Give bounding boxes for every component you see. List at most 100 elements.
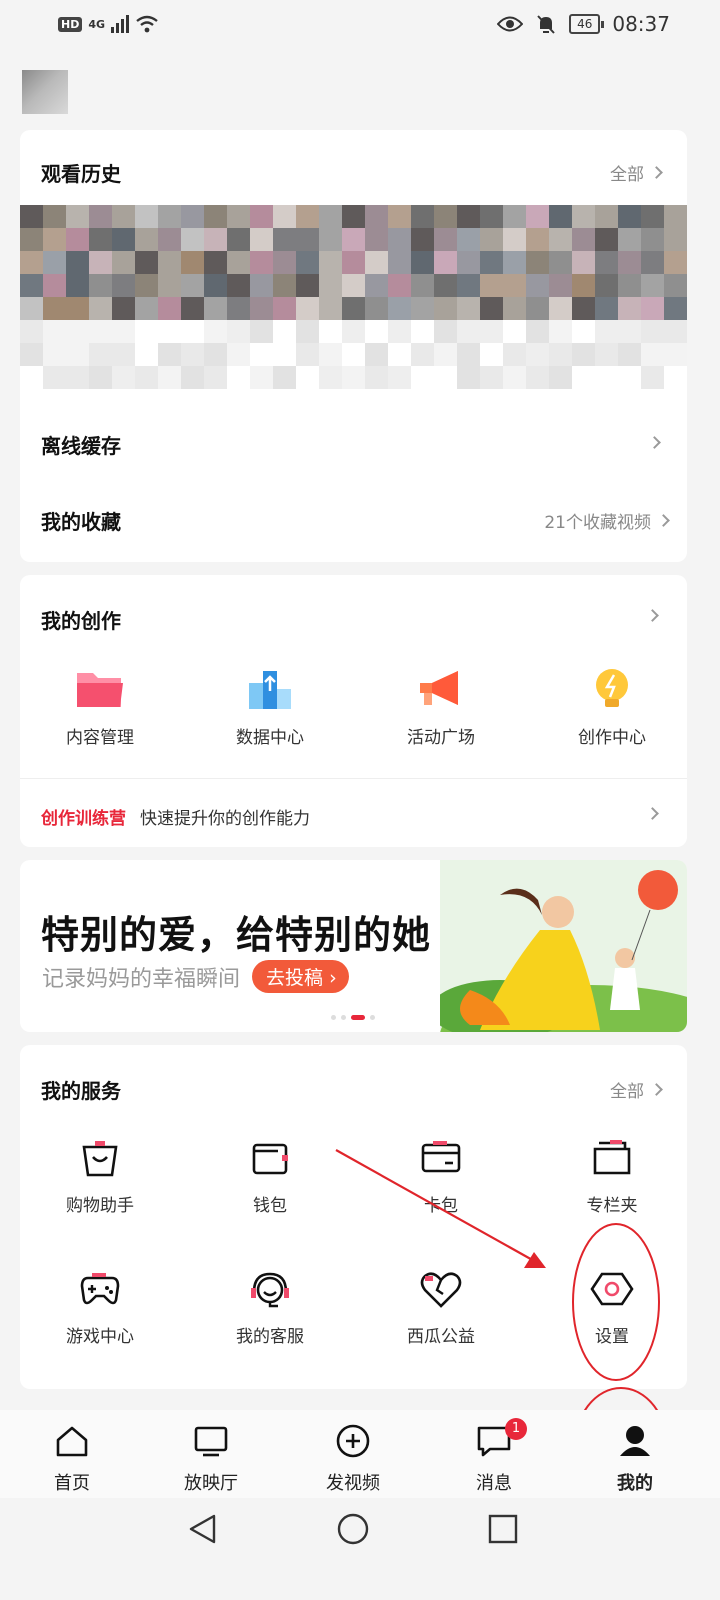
- wallet-icon: [252, 1143, 288, 1175]
- mosaic-cell: [572, 274, 595, 297]
- service-customer-support[interactable]: 我的客服: [195, 1268, 345, 1347]
- service-charity[interactable]: 西瓜公益: [366, 1268, 516, 1347]
- mosaic-cell: [526, 366, 549, 389]
- mosaic-cell: [112, 366, 135, 389]
- history-title: 观看历史: [41, 162, 121, 186]
- history-thumbnails-blurred[interactable]: [20, 205, 687, 389]
- mosaic-cell: [342, 274, 365, 297]
- mosaic-cell: [342, 343, 365, 366]
- nav-label: 发视频: [326, 1473, 380, 1494]
- mosaic-cell: [112, 274, 135, 297]
- creation-creator-center[interactable]: 创作中心: [537, 667, 687, 748]
- service-game-center[interactable]: 游戏中心: [25, 1268, 175, 1347]
- mosaic-cell: [664, 228, 687, 251]
- mosaic-cell: [342, 228, 365, 251]
- camp-text: 快速提升你的创作能力: [140, 809, 310, 829]
- creation-item-label: 数据中心: [236, 728, 304, 748]
- mosaic-cell: [20, 251, 43, 274]
- back-triangle-icon[interactable]: [186, 1512, 220, 1546]
- mosaic-cell: [273, 228, 296, 251]
- mosaic-cell: [181, 228, 204, 251]
- nav-messages[interactable]: 1 消息: [449, 1418, 539, 1495]
- mosaic-cell: [480, 320, 503, 343]
- mosaic-cell: [135, 366, 158, 389]
- nav-cinema[interactable]: 放映厅: [166, 1424, 256, 1495]
- mosaic-cell: [457, 343, 480, 366]
- mosaic-cell: [319, 366, 342, 389]
- lightbulb-icon: [596, 669, 628, 707]
- mosaic-cell: [457, 205, 480, 228]
- creation-data-center[interactable]: 数据中心: [195, 667, 345, 748]
- mosaic-cell: [158, 366, 181, 389]
- mosaic-cell: [388, 205, 411, 228]
- recents-square-icon[interactable]: [486, 1512, 520, 1546]
- mosaic-cell: [181, 320, 204, 343]
- creation-content-management[interactable]: 内容管理: [25, 667, 175, 748]
- status-left: HD 4G: [58, 14, 159, 34]
- avatar[interactable]: [22, 70, 68, 114]
- nav-label: 我的: [617, 1473, 653, 1494]
- mosaic-cell: [595, 205, 618, 228]
- mosaic-cell: [618, 320, 641, 343]
- service-item-label: 卡包: [424, 1196, 458, 1216]
- mosaic-cell: [204, 320, 227, 343]
- mosaic-cell: [296, 320, 319, 343]
- creation-item-label: 内容管理: [66, 728, 134, 748]
- heart-icon: [420, 1272, 462, 1308]
- mosaic-cell: [618, 297, 641, 320]
- network-type: 4G: [88, 17, 106, 31]
- data-chart-icon: [249, 671, 291, 709]
- mosaic-cell: [112, 205, 135, 228]
- service-wallet[interactable]: 钱包: [195, 1137, 345, 1216]
- banner-pagination: [331, 1015, 375, 1020]
- mosaic-cell: [112, 343, 135, 366]
- mosaic-cell: [572, 366, 595, 389]
- home-circle-icon[interactable]: [336, 1512, 370, 1546]
- mosaic-cell: [89, 205, 112, 228]
- favorites-count-text: 21个收藏视频: [544, 513, 651, 533]
- mosaic-cell: [43, 297, 66, 320]
- chevron-right-icon[interactable]: [646, 609, 659, 622]
- status-bar: HD 4G 46 08:37: [0, 0, 720, 52]
- mosaic-cell: [526, 205, 549, 228]
- mosaic-cell: [296, 297, 319, 320]
- mosaic-cell: [480, 274, 503, 297]
- shopping-bag-icon: [82, 1141, 118, 1177]
- bottom-navigation: 首页 放映厅 发视频 1 消息 我的: [0, 1410, 720, 1498]
- gamepad-icon: [80, 1273, 120, 1305]
- mosaic-cell: [250, 297, 273, 320]
- mosaic-cell: [595, 320, 618, 343]
- promo-banner[interactable]: 特别的爱，给特别的她 记录妈妈的幸福瞬间 去投稿 ›: [20, 860, 687, 1032]
- mosaic-cell: [480, 251, 503, 274]
- mosaic-cell: [342, 205, 365, 228]
- nav-home[interactable]: 首页: [27, 1424, 117, 1495]
- creation-activity-square[interactable]: 活动广场: [366, 667, 516, 748]
- favorites-label[interactable]: 我的收藏: [41, 506, 121, 535]
- creation-camp-row[interactable]: 创作训练营 快速提升你的创作能力: [41, 804, 310, 829]
- mosaic-cell: [204, 366, 227, 389]
- service-column-folder[interactable]: 专栏夹: [537, 1137, 687, 1216]
- mosaic-cell: [365, 320, 388, 343]
- service-shopping-assistant[interactable]: 购物助手: [25, 1137, 175, 1216]
- banner-submit-button[interactable]: 去投稿 ›: [252, 960, 349, 993]
- mosaic-cell: [20, 297, 43, 320]
- folder-icon: [77, 673, 123, 707]
- mosaic-cell: [112, 320, 135, 343]
- history-all-link[interactable]: 全部: [610, 160, 663, 185]
- mosaic-cell: [549, 251, 572, 274]
- mosaic-cell: [319, 228, 342, 251]
- mosaic-cell: [66, 205, 89, 228]
- offline-cache-label[interactable]: 离线缓存: [41, 430, 121, 459]
- megaphone-icon: [420, 671, 458, 705]
- nav-profile[interactable]: 我的: [590, 1424, 680, 1495]
- favorites-count[interactable]: 21个收藏视频: [544, 508, 670, 533]
- service-settings[interactable]: 设置: [537, 1268, 687, 1347]
- mosaic-cell: [20, 228, 43, 251]
- status-right: 46 08:37: [497, 12, 670, 36]
- services-all-link[interactable]: 全部: [610, 1077, 663, 1102]
- mosaic-cell: [66, 320, 89, 343]
- chevron-right-icon: [650, 1083, 663, 1096]
- service-card-package[interactable]: 卡包: [366, 1137, 516, 1216]
- nav-post-video[interactable]: 发视频: [308, 1424, 398, 1495]
- mosaic-cell: [595, 343, 618, 366]
